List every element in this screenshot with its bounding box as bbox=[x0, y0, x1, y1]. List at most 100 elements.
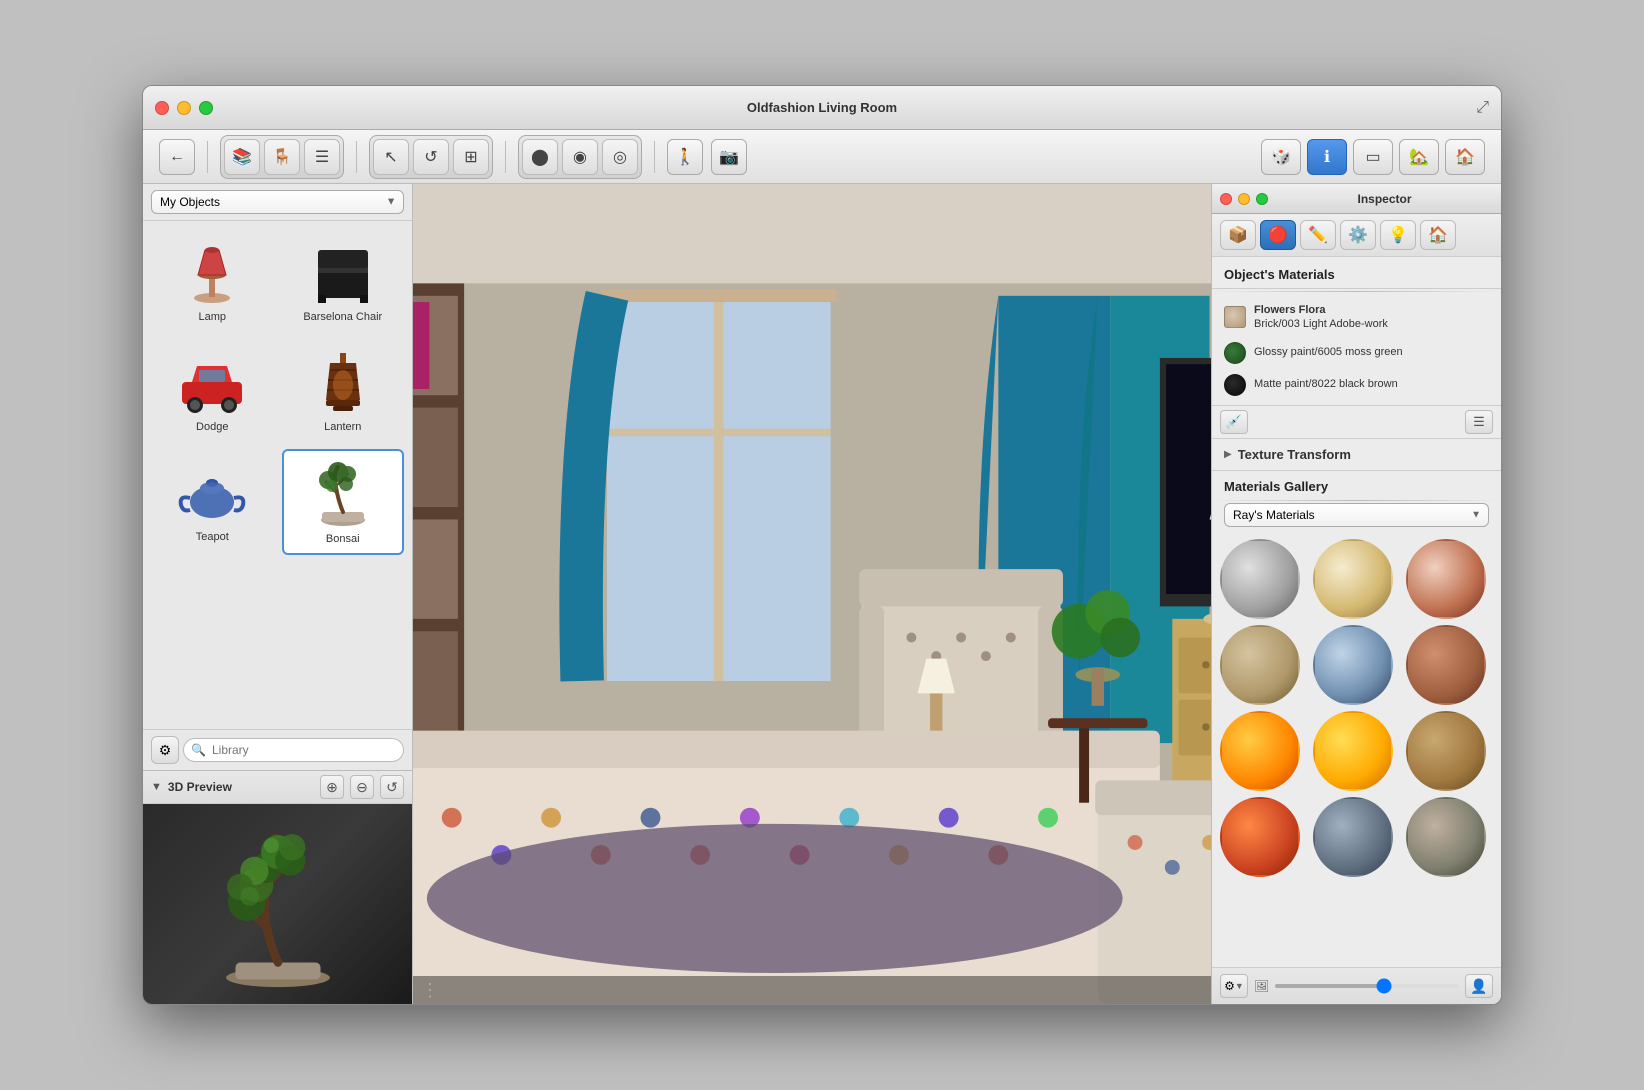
car-label: Dodge bbox=[196, 421, 228, 433]
image-icon: 🖼 bbox=[1254, 979, 1269, 993]
person-icon: 👤 bbox=[1470, 978, 1487, 995]
tab-edit[interactable]: ✏️ bbox=[1300, 220, 1336, 250]
layout-btn[interactable]: ▭ bbox=[1353, 139, 1393, 175]
gear-dropdown-icon: ▼ bbox=[1235, 981, 1244, 991]
walk-tool[interactable]: 🚶 bbox=[667, 139, 703, 175]
bonsai-thumbnail bbox=[303, 459, 383, 529]
search-input[interactable] bbox=[183, 738, 404, 762]
title-bar: Oldfashion Living Room ⤢ bbox=[143, 86, 1501, 130]
objects-dropdown[interactable]: My Objects All Objects Recent bbox=[151, 190, 404, 214]
objects-btn[interactable]: 🎲 bbox=[1261, 139, 1301, 175]
grid-tool[interactable]: ⊞ bbox=[453, 139, 489, 175]
object-item-bonsai[interactable]: Bonsai bbox=[282, 449, 405, 555]
lantern-label: Lantern bbox=[324, 421, 361, 433]
scene-view[interactable] bbox=[413, 184, 1211, 1004]
tab-light[interactable]: 💡 bbox=[1380, 220, 1416, 250]
inspector-toolbar: 💉 ☰ bbox=[1212, 405, 1501, 439]
home-btn[interactable]: 🏠 bbox=[1445, 139, 1485, 175]
inspector-close-btn[interactable] bbox=[1220, 193, 1232, 205]
slider-wrap bbox=[1275, 984, 1459, 988]
zoom-out-btn[interactable]: ⊖ bbox=[350, 775, 374, 799]
sphere-gray-brown[interactable] bbox=[1406, 797, 1486, 877]
material-swatch-flowers bbox=[1224, 306, 1246, 328]
left-panel: My Objects All Objects Recent ▼ bbox=[143, 184, 413, 1004]
person-btn[interactable]: 👤 bbox=[1465, 974, 1493, 998]
gallery-grid bbox=[1212, 535, 1501, 967]
eyedropper-tool[interactable]: 💉 bbox=[1220, 410, 1248, 434]
sphere-red-floral[interactable] bbox=[1406, 539, 1486, 619]
inspector-min-btn[interactable] bbox=[1238, 193, 1250, 205]
gear-button[interactable]: ⚙ bbox=[151, 736, 179, 764]
inspector-window-controls bbox=[1220, 193, 1268, 205]
sphere-cream-floral[interactable] bbox=[1313, 539, 1393, 619]
bonsai-3d-preview bbox=[203, 819, 353, 989]
close-button[interactable] bbox=[155, 101, 169, 115]
sphere-beige-pattern[interactable] bbox=[1220, 625, 1300, 705]
objects-dropdown-wrap: My Objects All Objects Recent ▼ bbox=[151, 190, 404, 214]
sphere-gray-blue[interactable] bbox=[1313, 797, 1393, 877]
list-tool[interactable]: ☰ bbox=[304, 139, 340, 175]
sphere-orange2[interactable] bbox=[1313, 711, 1393, 791]
maximize-button[interactable] bbox=[199, 101, 213, 115]
tab-materials[interactable]: 🔴 bbox=[1260, 220, 1296, 250]
texture-header[interactable]: ▶ Texture Transform bbox=[1224, 447, 1489, 462]
bonsai-label: Bonsai bbox=[326, 533, 360, 545]
size-slider[interactable] bbox=[1275, 984, 1459, 988]
texture-section: ▶ Texture Transform bbox=[1212, 439, 1501, 471]
panel-header: My Objects All Objects Recent ▼ bbox=[143, 184, 412, 221]
object-item-chair[interactable]: Barselona Chair bbox=[282, 229, 405, 331]
minimize-button[interactable] bbox=[177, 101, 191, 115]
reset-view-btn[interactable]: ↺ bbox=[380, 775, 404, 799]
camera-tool[interactable]: 📷 bbox=[711, 139, 747, 175]
info-btn[interactable]: ℹ bbox=[1307, 139, 1347, 175]
rotate-tool[interactable]: ↺ bbox=[413, 139, 449, 175]
object-item-car[interactable]: Dodge bbox=[151, 339, 274, 441]
object-item-lantern[interactable]: Lantern bbox=[282, 339, 405, 441]
object-item-lamp[interactable]: Lamp bbox=[151, 229, 274, 331]
select-tool[interactable]: ↖ bbox=[373, 139, 409, 175]
object-item-teapot[interactable]: Teapot bbox=[151, 449, 274, 555]
menu-btn[interactable]: ☰ bbox=[1465, 410, 1493, 434]
sphere-gray-floral[interactable] bbox=[1220, 539, 1300, 619]
gallery-dropdown[interactable]: Ray's Materials Standard Materials Custo… bbox=[1224, 503, 1489, 527]
circle-tool[interactable]: ⬤ bbox=[522, 139, 558, 175]
lantern-thumbnail bbox=[303, 347, 383, 417]
title-right: ⤢ bbox=[1476, 99, 1489, 117]
material-swatch-matte bbox=[1224, 374, 1246, 396]
back-button[interactable]: ← bbox=[159, 139, 195, 175]
material-item-glossy[interactable]: Glossy paint/6005 moss green bbox=[1212, 337, 1501, 369]
material-name-flowers: Flowers Flora Brick/003 Light Adobe-work bbox=[1254, 303, 1388, 332]
sphere-orange3[interactable] bbox=[1220, 797, 1300, 877]
objects-grid: Lamp Barselona Chair bbox=[143, 221, 412, 729]
inspector-titlebar: Inspector bbox=[1212, 184, 1501, 214]
material-item-flowers-flora[interactable]: Flowers Flora Brick/003 Light Adobe-work bbox=[1212, 298, 1501, 337]
car-thumbnail bbox=[172, 347, 252, 417]
search-bar: ⚙ 🔍 bbox=[143, 729, 412, 770]
preview-header[interactable]: ▼ 3D Preview ⊕ ⊖ ↺ bbox=[143, 771, 412, 804]
tab-settings[interactable]: ⚙️ bbox=[1340, 220, 1376, 250]
preview-controls: ⊕ ⊖ ↺ bbox=[320, 775, 404, 799]
zoom-in-btn[interactable]: ⊕ bbox=[320, 775, 344, 799]
tab-home[interactable]: 🏠 bbox=[1420, 220, 1456, 250]
inspector-title: Inspector bbox=[1276, 192, 1493, 206]
toolbar: ← 📚 🪑 ☰ ↖ ↺ ⊞ ⬤ ◉ ◎ 🚶 📷 🎲 ℹ ▭ 🏡 🏠 bbox=[143, 130, 1501, 184]
material-item-matte[interactable]: Matte paint/8022 black brown bbox=[1212, 369, 1501, 401]
objects-tool[interactable]: 🪑 bbox=[264, 139, 300, 175]
sphere-rust-texture[interactable] bbox=[1406, 625, 1486, 705]
sphere-blue-argyle[interactable] bbox=[1313, 625, 1393, 705]
inspector-max-btn[interactable] bbox=[1256, 193, 1268, 205]
house-btn[interactable]: 🏡 bbox=[1399, 139, 1439, 175]
texture-arrow-icon: ▶ bbox=[1224, 449, 1232, 460]
separator-4 bbox=[654, 141, 655, 173]
separator-2 bbox=[356, 141, 357, 173]
inspector-panel: Inspector 📦 🔴 ✏️ ⚙️ 💡 🏠 Object's Materia… bbox=[1211, 184, 1501, 1004]
gallery-gear-btn[interactable]: ⚙ ▼ bbox=[1220, 974, 1248, 998]
circle2-tool[interactable]: ◉ bbox=[562, 139, 598, 175]
sphere-orange1[interactable] bbox=[1220, 711, 1300, 791]
gallery-title: Materials Gallery bbox=[1212, 471, 1501, 498]
circle3-tool[interactable]: ◎ bbox=[602, 139, 638, 175]
sphere-wood-light[interactable] bbox=[1406, 711, 1486, 791]
tab-objects[interactable]: 📦 bbox=[1220, 220, 1256, 250]
expand-icon[interactable]: ⤢ bbox=[1476, 99, 1489, 117]
book-tool[interactable]: 📚 bbox=[224, 139, 260, 175]
